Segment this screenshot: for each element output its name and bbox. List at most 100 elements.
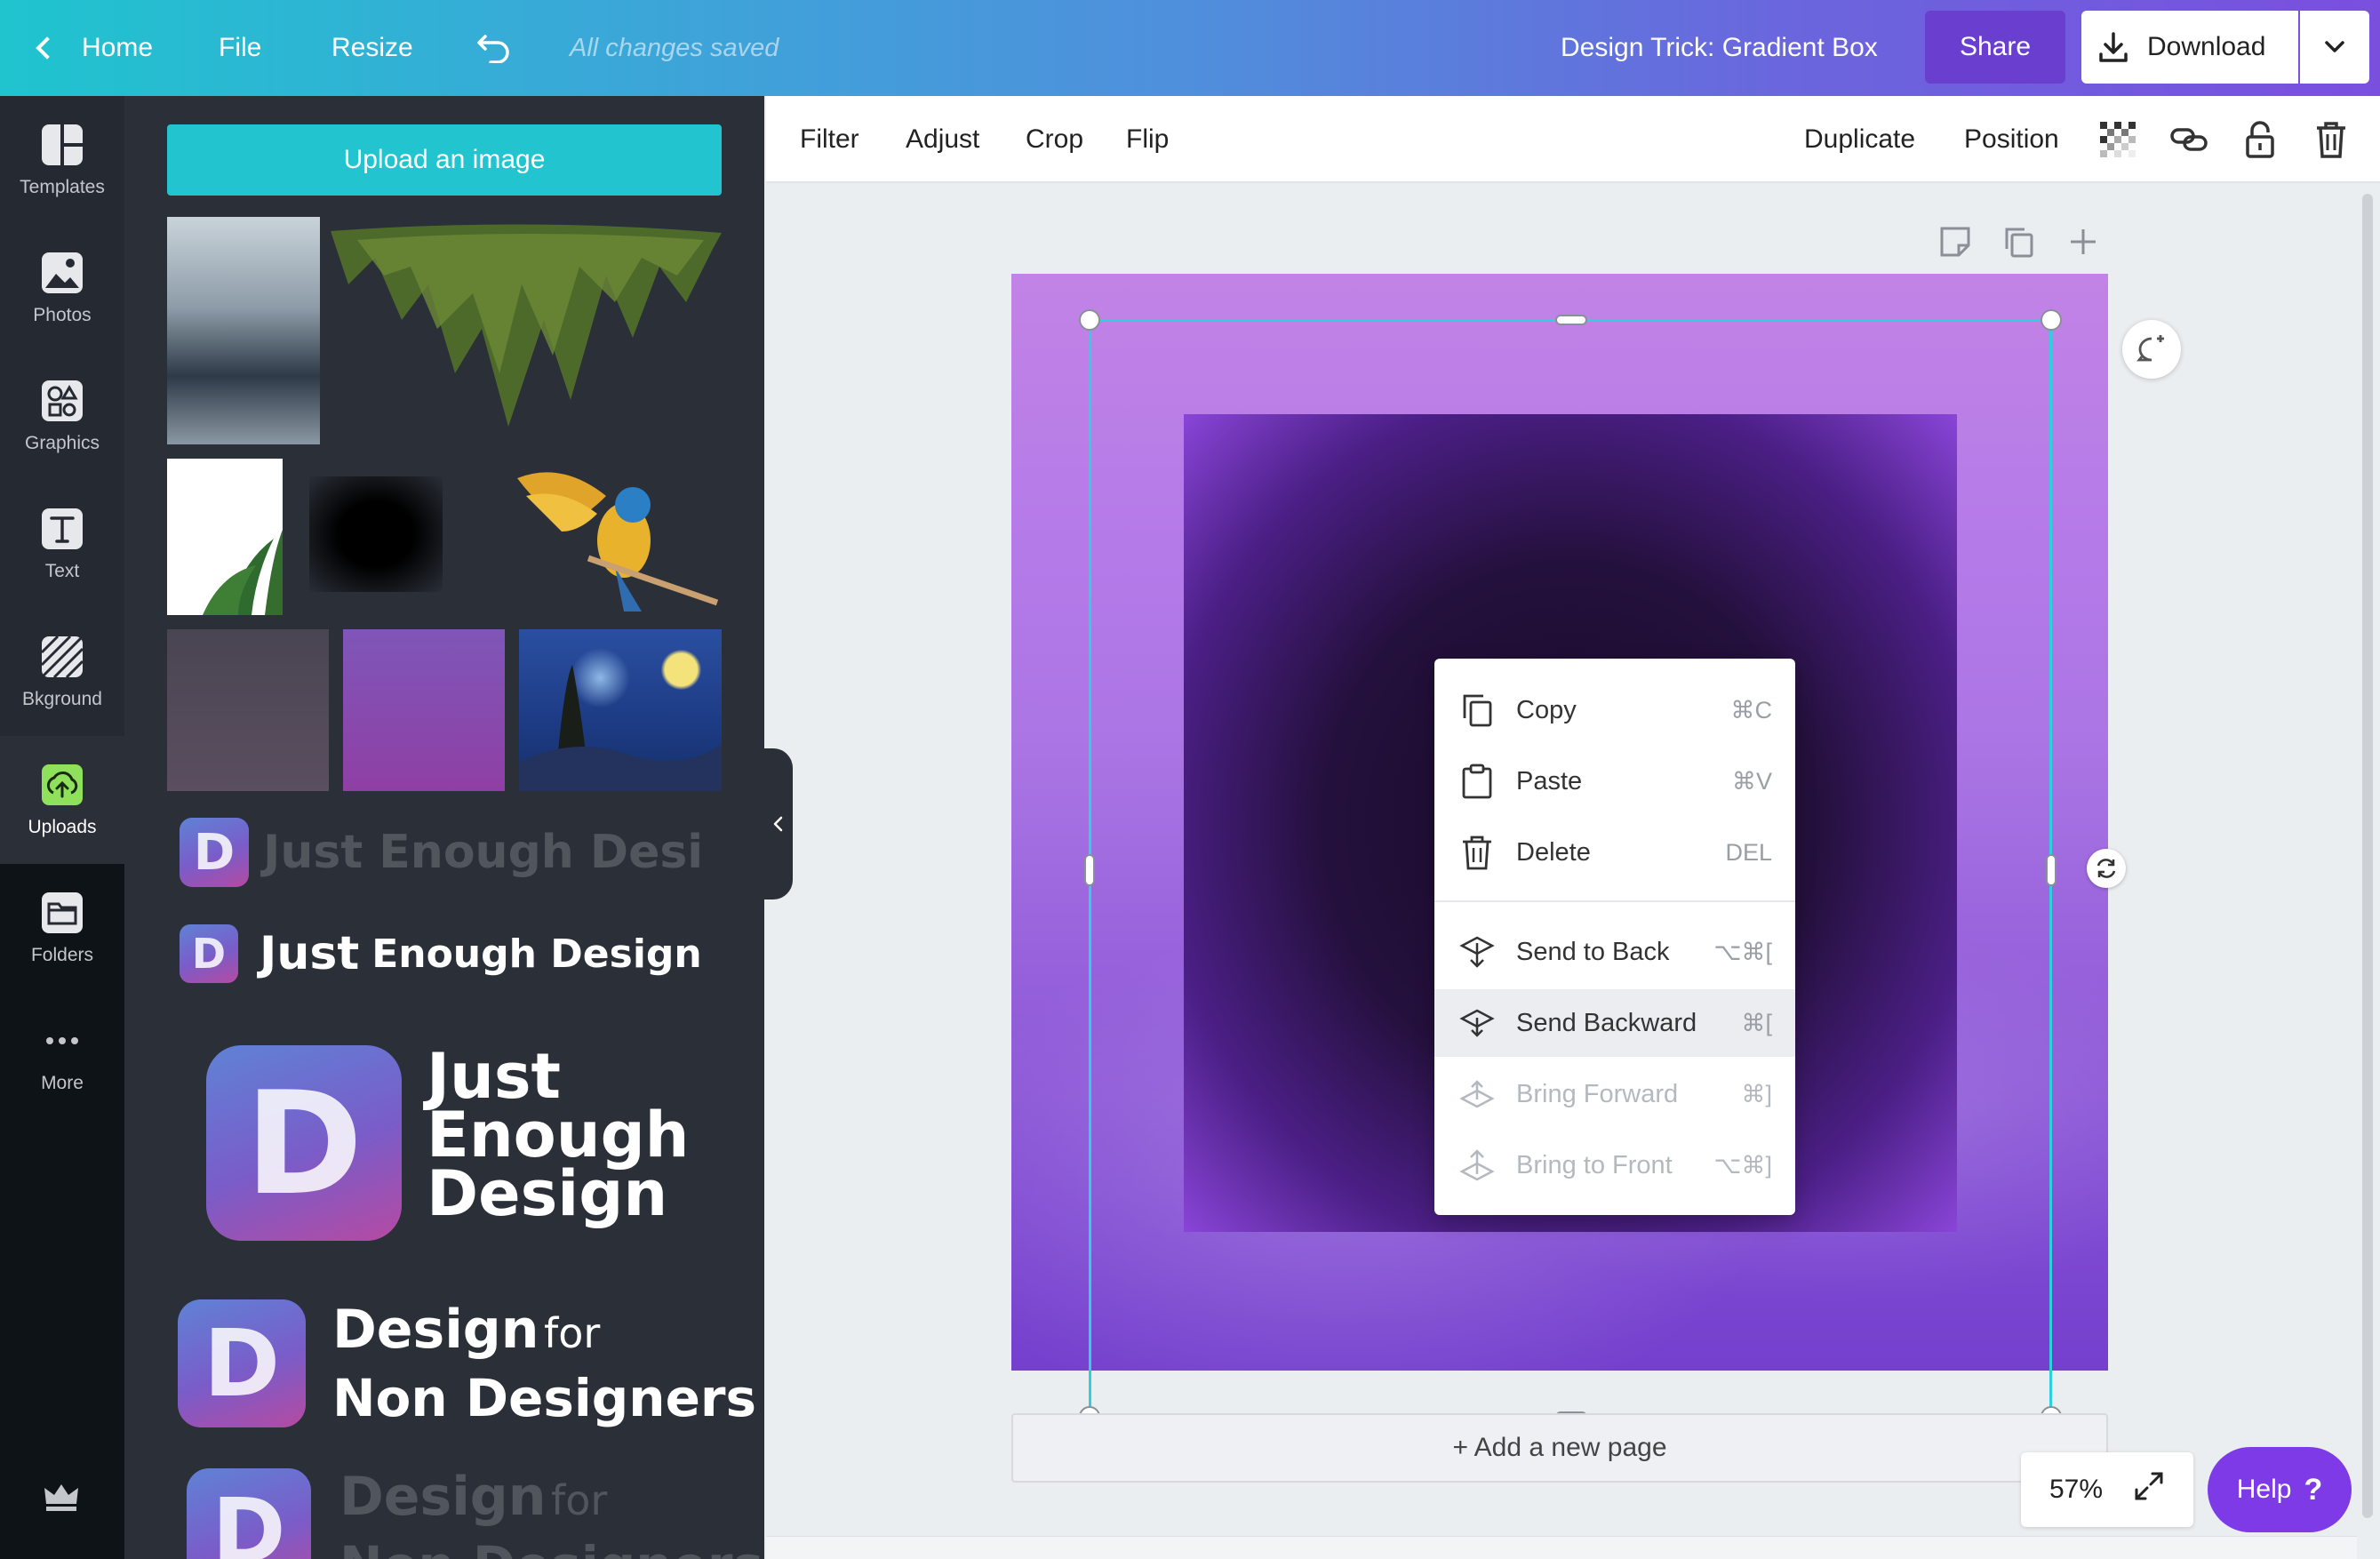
- crop-button[interactable]: Crop: [1026, 96, 1083, 183]
- zoom-level[interactable]: 57%: [2049, 1475, 2103, 1505]
- dfnd-logo-icon: D: [187, 1468, 311, 1559]
- upload-image-button[interactable]: Upload an image: [167, 124, 722, 196]
- lock-icon[interactable]: [2240, 119, 2280, 160]
- logo-text-for: for: [551, 1475, 608, 1524]
- rail-item-graphics[interactable]: Graphics: [0, 352, 124, 480]
- adjust-button[interactable]: Adjust: [906, 96, 979, 183]
- upload-thumb-white-plant[interactable]: [167, 459, 283, 615]
- folders-icon: [39, 890, 85, 936]
- rail-label: Bkground: [22, 689, 102, 709]
- premium-crown-icon[interactable]: [41, 1479, 82, 1519]
- menu-item-delete[interactable]: Delete DEL: [1434, 819, 1795, 886]
- upload-logo-faded-2[interactable]: D Design for Non Designers: [187, 1468, 763, 1559]
- upload-thumb-starry-night[interactable]: [519, 629, 722, 791]
- menu-item-label: Copy: [1516, 695, 1577, 724]
- menu-item-send-to-back[interactable]: Send to Back ⌥⌘[: [1434, 918, 1795, 986]
- link-icon[interactable]: [2168, 119, 2209, 160]
- vertical-scrollbar[interactable]: [2362, 194, 2373, 1518]
- download-options-button[interactable]: [2300, 11, 2369, 84]
- flip-button[interactable]: Flip: [1126, 96, 1169, 183]
- duplicate-page-icon[interactable]: [2001, 224, 2037, 264]
- logo-text-design: Design: [332, 1298, 539, 1361]
- resize-button[interactable]: Resize: [331, 0, 413, 96]
- rail-item-folders[interactable]: Folders: [0, 864, 124, 992]
- upload-thumb-gray-gradient[interactable]: [167, 629, 329, 791]
- trash-icon: [1458, 833, 1497, 872]
- rail-label: Templates: [20, 177, 105, 197]
- upload-logo-just-enough-design[interactable]: D Just Enough Design: [180, 924, 702, 983]
- top-bar: Home File Resize All changes saved Desig…: [0, 0, 2380, 96]
- fullscreen-icon[interactable]: [2133, 1470, 2165, 1509]
- share-button[interactable]: Share: [1925, 11, 2065, 84]
- comment-icon: [2136, 335, 2164, 362]
- add-new-page-button[interactable]: + Add a new page: [1011, 1413, 2108, 1483]
- resize-handle-top[interactable]: [1555, 315, 1587, 325]
- menu-item-bring-to-front[interactable]: Bring to Front ⌥⌘]: [1434, 1131, 1795, 1199]
- rail-label: Photos: [33, 305, 92, 325]
- resize-handle-left[interactable]: [1084, 854, 1095, 886]
- upload-thumb-hanging-plants[interactable]: [331, 222, 722, 436]
- filter-button[interactable]: Filter: [800, 96, 859, 183]
- text-icon: [39, 506, 85, 552]
- rail-label: Graphics: [24, 433, 100, 453]
- zoom-control: 57%: [2021, 1452, 2193, 1527]
- menu-item-paste[interactable]: Paste ⌘V: [1434, 748, 1795, 815]
- add-comment-button[interactable]: [2122, 320, 2181, 379]
- menu-item-bring-forward[interactable]: Bring Forward ⌘]: [1434, 1060, 1795, 1128]
- collapse-panel-button[interactable]: [764, 748, 793, 899]
- horizontal-scrollbar[interactable]: [766, 1536, 2357, 1559]
- templates-icon: [39, 122, 85, 168]
- logo-text-line2: Enough: [427, 1099, 690, 1171]
- rail-item-text[interactable]: Text: [0, 480, 124, 608]
- rail-item-more[interactable]: More: [0, 992, 124, 1120]
- menu-item-label: Bring to Front: [1516, 1150, 1673, 1179]
- question-mark-icon: ?: [2304, 1472, 2323, 1507]
- chevron-left-icon: [36, 36, 59, 60]
- bring-to-front-icon: [1458, 1146, 1497, 1185]
- save-status: All changes saved: [570, 33, 779, 62]
- add-page-icon[interactable]: [2065, 224, 2101, 264]
- rail-item-photos[interactable]: Photos: [0, 224, 124, 352]
- file-menu-button[interactable]: File: [219, 0, 261, 96]
- jed-logo-icon: D: [180, 818, 249, 887]
- page-note-icon[interactable]: [1937, 224, 1973, 264]
- jed-logo-icon: D: [206, 1045, 402, 1241]
- home-button[interactable]: Home: [32, 0, 153, 96]
- duplicate-button[interactable]: Duplicate: [1804, 96, 1915, 183]
- menu-item-send-backward[interactable]: Send Backward ⌘[: [1434, 989, 1795, 1057]
- rail-item-uploads[interactable]: Uploads: [0, 736, 124, 864]
- trash-icon[interactable]: [2311, 119, 2352, 160]
- position-button[interactable]: Position: [1964, 96, 2059, 183]
- transparency-icon[interactable]: [2097, 119, 2138, 160]
- resize-handle-right[interactable]: [2046, 854, 2057, 886]
- undo-button[interactable]: [476, 0, 512, 96]
- paste-icon: [1458, 762, 1497, 801]
- rotate-button[interactable]: [2087, 849, 2126, 888]
- edit-toolbar: Filter Adjust Crop Flip Duplicate Positi…: [766, 96, 2380, 183]
- resize-handle-top-left[interactable]: [1079, 309, 1100, 331]
- background-icon: [39, 634, 85, 680]
- upload-thumb-purple-gradient[interactable]: [343, 629, 505, 791]
- help-button[interactable]: Help ?: [2208, 1447, 2352, 1532]
- graphics-icon: [39, 378, 85, 424]
- rail-item-background[interactable]: Bkground: [0, 608, 124, 736]
- logo-text-design: Design: [339, 1465, 547, 1528]
- upload-logo-design-for-non-designers[interactable]: D Design for Non Designers: [178, 1299, 756, 1427]
- send-to-back-icon: [1458, 932, 1497, 971]
- download-button[interactable]: Download: [2081, 11, 2298, 84]
- menu-item-label: Send Backward: [1516, 1008, 1697, 1037]
- upload-logo-faded-1[interactable]: D Just Enough Desi: [180, 818, 703, 887]
- upload-thumb-water[interactable]: [167, 217, 320, 444]
- rotate-icon: [2096, 859, 2116, 878]
- upload-thumb-black-blur[interactable]: [309, 476, 443, 592]
- resize-handle-top-right[interactable]: [2041, 309, 2062, 331]
- rail-item-templates[interactable]: Templates: [0, 96, 124, 224]
- upload-thumb-parrot[interactable]: [508, 460, 722, 620]
- design-title[interactable]: Design Trick: Gradient Box: [1561, 0, 1878, 96]
- menu-item-copy[interactable]: Copy ⌘C: [1434, 676, 1795, 744]
- jed-logo-icon: D: [180, 924, 238, 983]
- menu-item-label: Paste: [1516, 766, 1583, 795]
- home-label: Home: [82, 33, 154, 62]
- upload-logo-big-jed[interactable]: D Just Enough Design: [206, 1045, 690, 1241]
- chevron-left-icon: [773, 816, 783, 832]
